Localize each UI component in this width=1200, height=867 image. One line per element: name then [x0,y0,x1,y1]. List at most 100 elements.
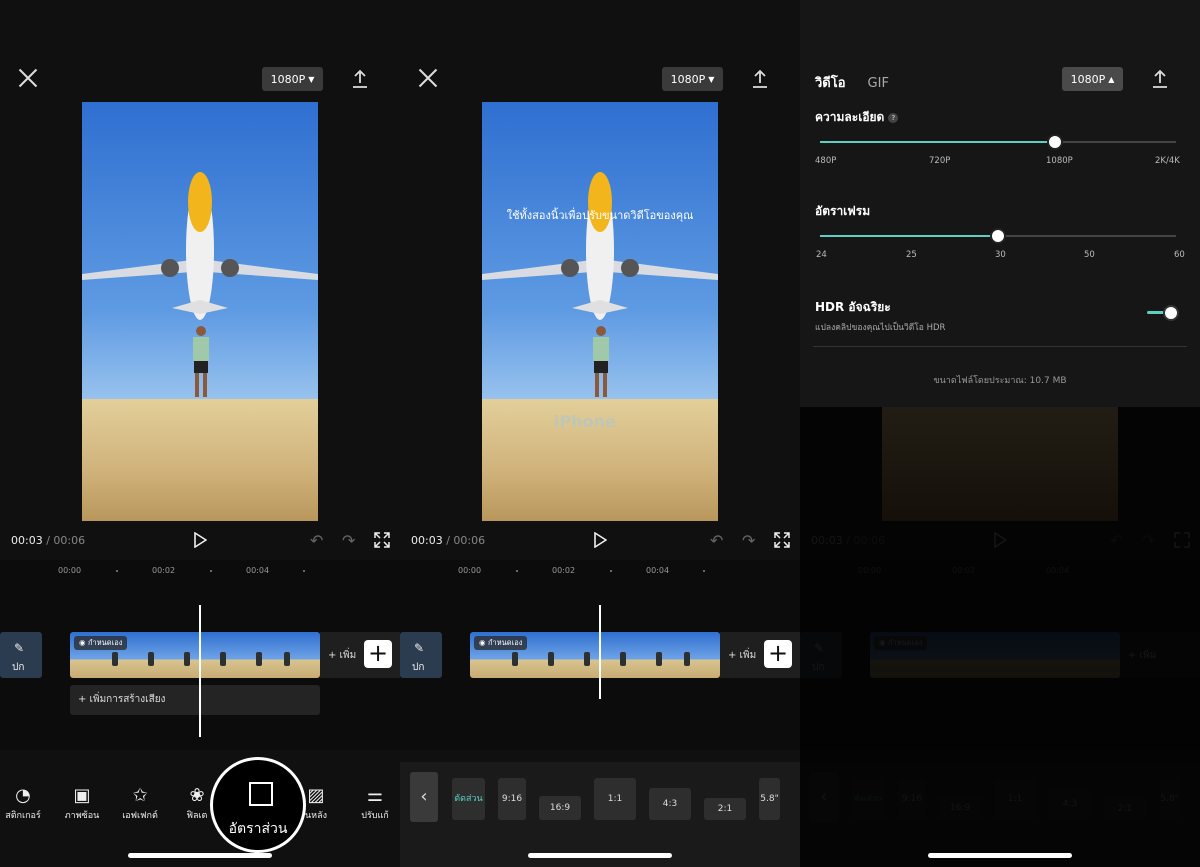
export-icon[interactable] [350,68,370,90]
sand-ground [82,399,318,521]
play-icon[interactable] [193,532,207,548]
aspect-ratio-label: อัตราส่วน [228,821,288,837]
clip-tag-label: กำหนดเอง [87,638,123,647]
add-audio-track[interactable]: + เพิ่มการสร้างเสียง [70,685,320,715]
slider-knob[interactable] [1046,134,1063,150]
resolution-section-title: ความละเอียด? [815,108,899,127]
home-indicator [928,853,1072,858]
tab-gif[interactable]: GIF [868,76,889,91]
clip-thumbnail [220,652,226,666]
hdr-title: HDR อัจฉริยะ [815,300,891,314]
dim-overlay[interactable] [800,407,1200,867]
ratio-1-1[interactable]: 1:1 [594,778,636,820]
tick-label: 480P [815,156,837,166]
playback-controls: 00:03 / 00:06 ↶ ↷ [0,530,400,552]
add-media-button[interactable]: + [764,640,792,668]
export-settings-sheet: วิดีโอ GIF 1080P ▲ ความละเอียด? 480P 720P … [800,0,1200,407]
adjust-icon: ⚌ [366,785,384,806]
top-bar: 1080P ▼ [400,60,800,100]
tool-sticker[interactable]: ◔ สติกเกอร์ [0,784,53,822]
resolution-button[interactable]: 1080P ▲ [1062,67,1123,91]
ruler-label: 00:00 [58,566,82,575]
tick-label: 24 [816,250,827,260]
tool-label: ภาพซ้อน [64,811,100,821]
clip-thumbnail [112,652,118,666]
clip-thumbnail [656,652,662,666]
playhead[interactable] [199,605,201,737]
clip-tag: ◉ กำหนดเอง [74,636,128,650]
video-preview[interactable]: ใช้ทั้งสองนิ้วเพื่อปรับขนาดวิดีโอของคุณ … [482,102,718,521]
sticker-icon: ◔ [15,785,31,806]
ratio-2-1[interactable]: 2:1 [704,798,746,820]
hdr-toggle[interactable] [1147,305,1181,321]
fullscreen-icon[interactable] [374,532,390,548]
ratio-16-9[interactable]: 16:9 [539,796,581,820]
edit-pen-icon: ✎ [14,641,25,655]
cover-clip[interactable]: ✎ ปก [400,632,442,678]
ratio-original[interactable]: ตัดส่วน [452,778,485,820]
export-icon[interactable] [1150,68,1170,90]
tick-label: 60 [1174,250,1185,260]
export-icon[interactable] [750,68,770,90]
ratio-4-3[interactable]: 4:3 [649,788,691,820]
undo-icon[interactable]: ↶ [710,533,726,549]
editor-panel-ratio: 1080P ▼ ใช้ทั้งสองนิ้วเพื่อปรับขนาดวิดีโอ… [400,0,800,867]
aspect-ratio-icon [249,782,273,806]
resolution-title: ความละเอียด [815,110,885,124]
cover-label: ปก [412,662,425,673]
undo-icon[interactable]: ↶ [310,533,326,549]
ratio-5-8[interactable]: 5.8" [759,778,780,820]
video-preview[interactable] [82,102,318,521]
caret-down-icon: ▼ [308,74,315,84]
tool-adjust[interactable]: ⚌ ปรับแก้ [345,784,400,822]
caret-up-icon: ▲ [1108,74,1115,84]
export-settings-panel: 00:03 / 00:06 ↶ ↷ 00:00 00:02 00:04 ✎ปก … [800,0,1200,867]
aspect-ratio-tool-highlight[interactable]: อัตราส่วน [210,757,306,853]
framerate-title: อัตราเฟรม [815,204,871,218]
tab-video[interactable]: วิดีโอ [815,72,846,93]
resolution-label: 1080P [270,72,306,86]
tool-label: นหลัง [305,811,327,821]
ratio-label: 5.8" [760,794,779,804]
clip-thumbnail [284,652,290,666]
tool-overlay[interactable]: ▣ ภาพซ้อน [52,784,112,822]
back-chevron-icon[interactable]: ‹ [410,772,438,822]
play-icon[interactable] [593,532,607,548]
add-clip-label: + เพิ่ม [328,650,357,661]
cover-clip[interactable]: ✎ ปก [0,632,42,678]
tool-label: สติกเกอร์ [5,811,41,821]
video-clip[interactable]: ◉ กำหนดเอง [70,632,320,678]
cover-label: ปก [12,662,25,673]
video-clip[interactable]: ◉ กำหนดเอง [470,632,720,678]
person-image [193,326,209,397]
edit-pen-icon: ✎ [414,641,425,655]
tick-label: 30 [995,250,1006,260]
playback-controls: 00:03 / 00:06 ↶ ↷ [400,530,800,552]
time-ruler: 00:00 00:02 00:04 [400,566,800,580]
resolution-button[interactable]: 1080P ▼ [262,67,323,91]
airplane-image [82,172,318,320]
ruler-label: 00:00 [458,566,482,575]
ratio-label: 16:9 [549,803,571,813]
close-icon[interactable] [18,68,38,88]
ratio-9-16[interactable]: 9:16 [498,778,526,820]
redo-icon[interactable]: ↷ [342,533,358,549]
tool-label: ปรับแก้ [361,811,389,821]
redo-icon[interactable]: ↷ [742,533,758,549]
airplane-image [482,172,718,320]
tool-effects[interactable]: ✩ เอฟเฟกต์ [110,784,170,822]
tool-label: เอฟเฟกต์ [122,811,158,821]
time-readout: 00:03 / 00:06 [11,534,85,547]
close-icon[interactable] [418,68,438,88]
clip-thumbnail [512,652,518,666]
add-media-button[interactable]: + [364,640,392,668]
slider-fill [820,235,998,237]
overlay-icon: ▣ [73,785,91,806]
fullscreen-icon[interactable] [774,532,790,548]
slider-knob[interactable] [990,228,1006,244]
help-icon[interactable]: ? [888,112,899,123]
resolution-button[interactable]: 1080P ▼ [662,67,723,91]
resolution-slider[interactable] [820,134,1176,150]
framerate-slider[interactable] [820,228,1176,244]
playhead[interactable] [599,605,601,699]
